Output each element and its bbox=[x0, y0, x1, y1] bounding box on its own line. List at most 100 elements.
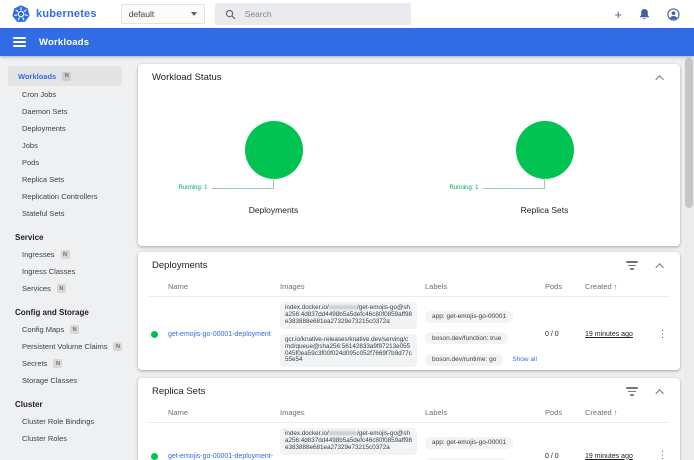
sort-ascending-arrow: ↑ bbox=[614, 282, 618, 291]
sidebar-item-cluster-roles[interactable]: Cluster Roles bbox=[0, 430, 130, 447]
col-name[interactable]: Name bbox=[168, 282, 280, 291]
namespaced-badge: N bbox=[62, 72, 71, 81]
sidebar-item-label: Stateful Sets bbox=[22, 209, 65, 218]
sidebar-item-cron-jobs[interactable]: Cron Jobs bbox=[0, 86, 130, 103]
scrollbar-thumb[interactable] bbox=[685, 58, 693, 208]
replica-sets-pie-chart: Running: 1 Replica Sets bbox=[409, 121, 680, 215]
sidebar-item-storage-classes[interactable]: Storage Classes bbox=[0, 372, 130, 389]
created-timestamp: 19 minutes ago bbox=[585, 331, 655, 338]
chart-name: Deployments bbox=[249, 205, 299, 215]
col-pods: Pods bbox=[545, 408, 585, 417]
main-content: Workload Status Running: 1 Deployments bbox=[130, 56, 694, 460]
search-icon bbox=[225, 9, 236, 20]
sidebar-item-ingresses[interactable]: Ingresses N bbox=[0, 246, 130, 263]
created-timestamp: 19 minutes ago bbox=[585, 453, 655, 460]
sidebar-item-cluster-role-bindings[interactable]: Cluster Role Bindings bbox=[0, 413, 130, 430]
col-created[interactable]: Created ↑ bbox=[585, 282, 655, 291]
sidebar-item-label: Storage Classes bbox=[22, 376, 77, 385]
namespace-selector[interactable]: default bbox=[121, 4, 205, 24]
collapse-chevron-icon[interactable] bbox=[655, 75, 663, 83]
sidebar-item-label: Cron Jobs bbox=[22, 90, 56, 99]
namespace-value: default bbox=[129, 9, 155, 19]
sidebar-item-label: Cluster Role Bindings bbox=[22, 417, 94, 426]
label-chip: app: get-emojis-go-00001 bbox=[425, 437, 513, 449]
sidebar-item-label: Config Maps bbox=[22, 325, 64, 334]
card-title: Replica Sets bbox=[152, 386, 205, 397]
sidebar-item-label: Ingresses bbox=[22, 250, 55, 259]
sidebar-item-services[interactable]: ServicesN bbox=[0, 280, 130, 297]
table-row: get-emojis-go-00001-deployment index.doc… bbox=[148, 297, 670, 370]
col-created[interactable]: Created ↑ bbox=[585, 408, 655, 417]
collapse-chevron-icon[interactable] bbox=[655, 263, 663, 271]
label-chip: boson.dev/runtime: go bbox=[425, 354, 503, 366]
col-labels: Labels bbox=[425, 408, 545, 417]
namespaced-badge: N bbox=[61, 250, 70, 259]
image-chip: index.docker.io/xxxxxxxxx/get-emojis-go@… bbox=[280, 428, 417, 455]
namespaced-badge: N bbox=[57, 284, 66, 293]
sidebar-item-label: Replication Controllers bbox=[22, 192, 97, 201]
sidebar-item-jobs[interactable]: Jobs bbox=[0, 137, 130, 154]
row-menu-kebab-icon[interactable]: ⋮ bbox=[655, 330, 670, 340]
row-menu-kebab-icon[interactable]: ⋮ bbox=[655, 451, 670, 460]
brand-name: kubernetes bbox=[36, 8, 97, 20]
status-running-dot bbox=[151, 453, 158, 460]
sidebar-item-replica-sets[interactable]: Replica Sets bbox=[0, 171, 130, 188]
filter-icon[interactable] bbox=[626, 387, 638, 396]
sidebar-item-stateful-sets[interactable]: Stateful Sets bbox=[0, 205, 130, 222]
table-header: Name Images Labels Pods Created ↑ bbox=[148, 277, 670, 297]
sidebar-item-label: Deployments bbox=[22, 124, 66, 133]
namespaced-badge: N bbox=[70, 325, 79, 334]
kubernetes-logo: kubernetes bbox=[12, 5, 97, 23]
pie-running-segment bbox=[245, 121, 303, 179]
replica-sets-card: Replica Sets Name Images Labels Pods Cre… bbox=[138, 378, 680, 460]
sidebar-item-pods[interactable]: Pods bbox=[0, 154, 130, 171]
sidebar-item-workloads[interactable]: WorkloadsN bbox=[8, 66, 122, 86]
redacted-registry-user: xxxxxxxxx bbox=[329, 430, 357, 437]
sidebar-section-config-and-storage: Config and Storage bbox=[0, 304, 130, 321]
replica-set-name-link[interactable]: get-emojis-go-00001-deployment- bbox=[168, 453, 280, 460]
chart-name: Replica Sets bbox=[521, 205, 569, 215]
legend-leader-line bbox=[212, 178, 274, 189]
collapse-chevron-icon[interactable] bbox=[655, 389, 663, 397]
status-running-dot bbox=[151, 331, 158, 338]
sidebar-item-daemon-sets[interactable]: Daemon Sets bbox=[0, 103, 130, 120]
sort-ascending-arrow: ↑ bbox=[614, 408, 618, 417]
legend-running-label: Running: 1 bbox=[178, 185, 207, 191]
show-all-link[interactable]: Show all bbox=[512, 356, 537, 363]
namespaced-badge: N bbox=[113, 342, 122, 351]
user-account-icon[interactable] bbox=[667, 8, 680, 21]
legend-running-label: Running: 1 bbox=[449, 185, 478, 191]
page-title: Workloads bbox=[39, 37, 89, 48]
create-resource-button[interactable]: + bbox=[614, 8, 622, 21]
sidebar-item-secrets[interactable]: SecretsN bbox=[0, 355, 130, 372]
pods-count: 0 / 0 bbox=[545, 331, 585, 338]
deployments-card: Deployments Name Images Labels Pods Crea… bbox=[138, 252, 680, 370]
col-labels: Labels bbox=[425, 282, 545, 291]
notifications-bell-icon[interactable] bbox=[639, 8, 650, 20]
search-bar[interactable] bbox=[215, 3, 411, 25]
sidebar-item-config-maps[interactable]: Config Maps N bbox=[0, 321, 130, 338]
pods-count: 0 / 0 bbox=[545, 453, 585, 460]
sidebar-item-replication-controllers[interactable]: Replication Controllers bbox=[0, 188, 130, 205]
deployment-name-link[interactable]: get-emojis-go-00001-deployment bbox=[168, 331, 280, 338]
col-name[interactable]: Name bbox=[168, 408, 280, 417]
kubernetes-helm-icon bbox=[12, 5, 30, 23]
sidebar-item-persistent-volume-claims[interactable]: Persistent Volume Claims N bbox=[0, 338, 130, 355]
sidebar-item-label: Persistent Volume Claims bbox=[22, 342, 107, 351]
card-title: Workload Status bbox=[152, 72, 222, 83]
menu-hamburger-icon[interactable] bbox=[13, 37, 26, 47]
sidebar-item-ingress-classes[interactable]: Ingress Classes bbox=[0, 263, 130, 280]
sidebar-item-deployments[interactable]: Deployments bbox=[0, 120, 130, 137]
chevron-down-icon bbox=[191, 12, 197, 16]
table-header: Name Images Labels Pods Created ↑ bbox=[148, 403, 670, 423]
sidebar-item-label: Jobs bbox=[22, 141, 38, 150]
top-app-bar: kubernetes default + bbox=[0, 0, 694, 28]
col-images: Images bbox=[280, 408, 425, 417]
filter-icon[interactable] bbox=[626, 261, 638, 270]
image-chip: index.docker.io/xxxxxxxxx/get-emojis-go@… bbox=[280, 302, 417, 329]
workload-status-card: Workload Status Running: 1 Deployments bbox=[138, 64, 680, 246]
sidebar-section-service: Service bbox=[0, 229, 130, 246]
images-cell: index.docker.io/xxxxxxxxx/get-emojis-go@… bbox=[280, 302, 425, 370]
legend-leader-line bbox=[483, 178, 545, 189]
search-input[interactable] bbox=[245, 9, 395, 19]
